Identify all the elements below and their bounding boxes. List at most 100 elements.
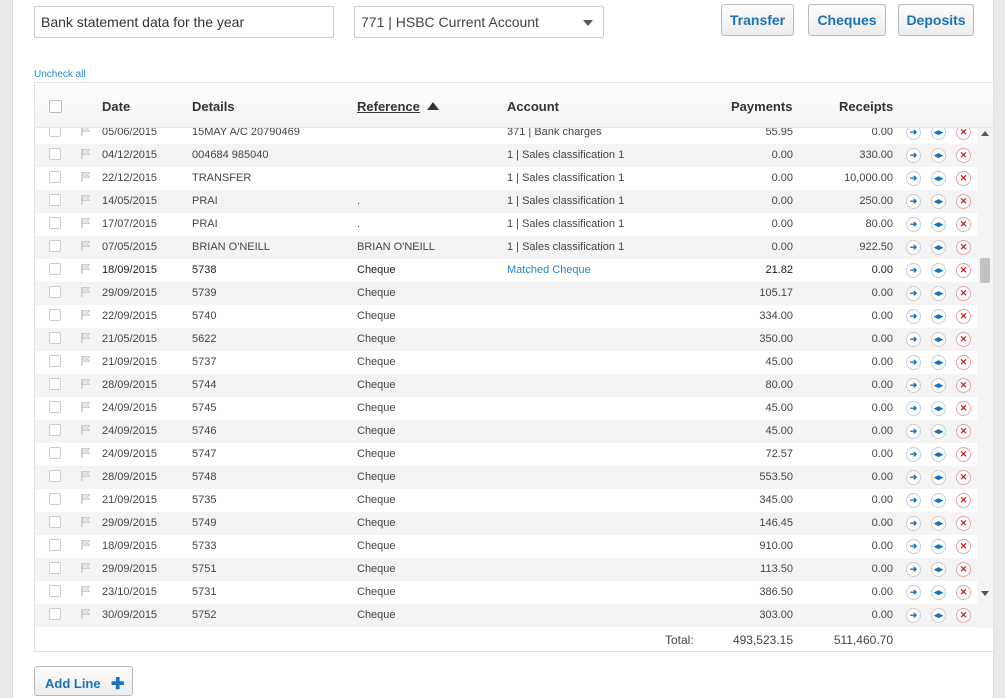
flag-icon[interactable] (80, 539, 92, 551)
add-line-button[interactable]: Add Line ✚ (34, 666, 133, 696)
row-checkbox[interactable] (49, 355, 61, 367)
table-row[interactable]: 29/09/2015 5751 Cheque 113.50 0.00 ➜ ◂▸ ✕ (35, 558, 977, 581)
flag-icon[interactable] (80, 332, 92, 344)
table-row[interactable]: 17/07/2015 PRAI. 1 | Sales classification … (35, 213, 977, 236)
delete-icon[interactable]: ✕ (956, 217, 971, 232)
bank-account-select[interactable]: 771 | HSBC Current Account (354, 6, 604, 38)
transfer-button[interactable]: Transfer (721, 4, 794, 36)
row-checkbox[interactable] (49, 585, 61, 597)
delete-icon[interactable]: ✕ (956, 148, 971, 163)
flag-icon[interactable] (80, 470, 92, 482)
arrow-right-icon[interactable]: ➜ (906, 608, 921, 623)
delete-icon[interactable]: ✕ (956, 424, 971, 439)
split-icon[interactable]: ◂▸ (931, 493, 946, 508)
arrow-right-icon[interactable]: ➜ (906, 194, 921, 209)
row-checkbox[interactable] (49, 493, 61, 505)
row-checkbox[interactable] (49, 424, 61, 436)
delete-icon[interactable]: ✕ (956, 171, 971, 186)
cheques-button[interactable]: Cheques (808, 4, 886, 36)
row-checkbox[interactable] (49, 401, 61, 413)
row-checkbox[interactable] (49, 240, 61, 252)
delete-icon[interactable]: ✕ (956, 309, 971, 324)
payments-column-header[interactable]: Payments (731, 99, 792, 114)
delete-icon[interactable]: ✕ (956, 240, 971, 255)
arrow-right-icon[interactable]: ➜ (906, 217, 921, 232)
arrow-right-icon[interactable]: ➜ (906, 424, 921, 439)
table-row[interactable]: 18/09/2015 5733 Cheque 910.00 0.00 ➜ ◂▸ ✕ (35, 535, 977, 558)
flag-icon[interactable] (80, 263, 92, 275)
arrow-right-icon[interactable]: ➜ (906, 240, 921, 255)
row-checkbox[interactable] (49, 332, 61, 344)
deposits-button[interactable]: Deposits (898, 4, 974, 36)
row-checkbox[interactable] (49, 539, 61, 551)
table-row[interactable]: 28/09/2015 5744 Cheque 80.00 0.00 ➜ ◂▸ ✕ (35, 374, 977, 397)
arrow-right-icon[interactable]: ➜ (906, 516, 921, 531)
date-column-header[interactable]: Date (102, 99, 130, 114)
flag-icon[interactable] (80, 217, 92, 229)
grid-scrollbar[interactable] (977, 128, 993, 628)
row-checkbox[interactable] (49, 194, 61, 206)
split-icon[interactable]: ◂▸ (931, 171, 946, 186)
split-icon[interactable]: ◂▸ (931, 562, 946, 577)
delete-icon[interactable]: ✕ (956, 470, 971, 485)
table-row[interactable]: 18/09/2015 5738 Cheque Matched Cheque 21.82 0… (35, 259, 977, 282)
split-icon[interactable]: ◂▸ (931, 470, 946, 485)
split-icon[interactable]: ◂▸ (931, 286, 946, 301)
table-row[interactable]: 24/09/2015 5745 Cheque 45.00 0.00 ➜ ◂▸ ✕ (35, 397, 977, 420)
flag-icon[interactable] (80, 516, 92, 528)
row-checkbox[interactable] (49, 309, 61, 321)
table-row[interactable]: 24/09/2015 5746 Cheque 45.00 0.00 ➜ ◂▸ ✕ (35, 420, 977, 443)
table-row[interactable]: 21/09/2015 5737 Cheque 45.00 0.00 ➜ ◂▸ ✕ (35, 351, 977, 374)
arrow-right-icon[interactable]: ➜ (906, 378, 921, 393)
flag-icon[interactable] (80, 401, 92, 413)
flag-icon[interactable] (80, 309, 92, 321)
select-all-checkbox[interactable] (49, 100, 62, 113)
arrow-right-icon[interactable]: ➜ (906, 585, 921, 600)
row-checkbox[interactable] (49, 263, 61, 275)
table-row[interactable]: 30/09/2015 5752 Cheque 303.00 0.00 ➜ ◂▸ ✕ (35, 604, 977, 627)
flag-icon[interactable] (80, 608, 92, 620)
split-icon[interactable]: ◂▸ (931, 263, 946, 278)
flag-icon[interactable] (80, 171, 92, 183)
row-account[interactable]: Matched Cheque (507, 264, 591, 276)
uncheck-all-link[interactable]: Uncheck all (34, 69, 86, 80)
table-row[interactable]: 23/10/2015 5731 Cheque 386.50 0.00 ➜ ◂▸ ✕ (35, 581, 977, 604)
row-checkbox[interactable] (49, 286, 61, 298)
flag-icon[interactable] (80, 585, 92, 597)
delete-icon[interactable]: ✕ (956, 539, 971, 554)
delete-icon[interactable]: ✕ (956, 128, 971, 140)
flag-icon[interactable] (80, 562, 92, 574)
reference-column-header[interactable]: Reference (357, 99, 439, 114)
arrow-right-icon[interactable]: ➜ (906, 171, 921, 186)
row-checkbox[interactable] (49, 447, 61, 459)
row-checkbox[interactable] (49, 128, 61, 137)
row-checkbox[interactable] (49, 470, 61, 482)
row-checkbox[interactable] (49, 378, 61, 390)
arrow-right-icon[interactable]: ➜ (906, 355, 921, 370)
row-checkbox[interactable] (49, 516, 61, 528)
delete-icon[interactable]: ✕ (956, 332, 971, 347)
split-icon[interactable]: ◂▸ (931, 608, 946, 623)
flag-icon[interactable] (80, 424, 92, 436)
row-checkbox[interactable] (49, 171, 61, 183)
arrow-right-icon[interactable]: ➜ (906, 539, 921, 554)
table-row[interactable]: 22/12/2015 TRANSFER 1 | Sales classificati… (35, 167, 977, 190)
delete-icon[interactable]: ✕ (956, 562, 971, 577)
table-row[interactable]: 28/09/2015 5748 Cheque 553.50 0.00 ➜ ◂▸ ✕ (35, 466, 977, 489)
arrow-right-icon[interactable]: ➜ (906, 128, 921, 140)
split-icon[interactable]: ◂▸ (931, 240, 946, 255)
delete-icon[interactable]: ✕ (956, 493, 971, 508)
table-row[interactable]: 14/05/2015 PRAI. 1 | Sales classification … (35, 190, 977, 213)
table-row[interactable]: 22/09/2015 5740 Cheque 334.00 0.00 ➜ ◂▸ ✕ (35, 305, 977, 328)
details-column-header[interactable]: Details (192, 99, 235, 114)
account-column-header[interactable]: Account (507, 99, 559, 114)
row-checkbox[interactable] (49, 148, 61, 160)
arrow-right-icon[interactable]: ➜ (906, 493, 921, 508)
flag-icon[interactable] (80, 355, 92, 367)
split-icon[interactable]: ◂▸ (931, 128, 946, 140)
delete-icon[interactable]: ✕ (956, 286, 971, 301)
delete-icon[interactable]: ✕ (956, 516, 971, 531)
arrow-right-icon[interactable]: ➜ (906, 286, 921, 301)
table-row[interactable]: 04/12/2015 004684 985040 1 | Sales classif… (35, 144, 977, 167)
delete-icon[interactable]: ✕ (956, 263, 971, 278)
